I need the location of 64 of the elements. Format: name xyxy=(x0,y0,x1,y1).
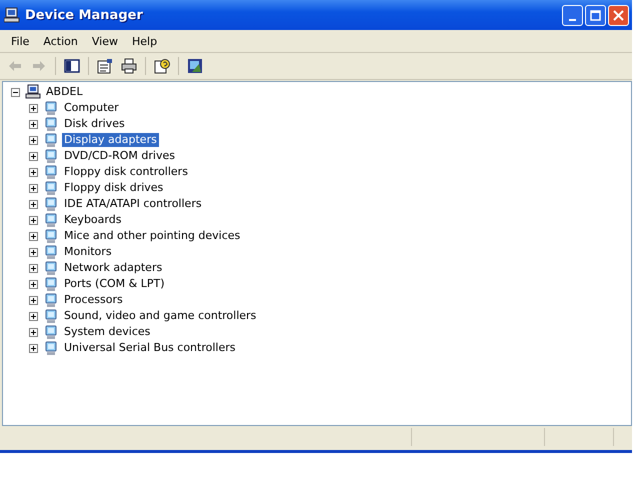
window-title: Device Manager xyxy=(25,8,144,22)
expand-toggle[interactable] xyxy=(29,216,38,224)
tree-item[interactable]: Computer xyxy=(62,101,121,115)
tree-item[interactable]: Mice and other pointing devices xyxy=(62,229,242,243)
expand-toggle[interactable] xyxy=(29,152,38,160)
menu-item[interactable]: Action xyxy=(36,34,85,48)
tree-item[interactable]: Processors xyxy=(62,293,125,307)
tree-item[interactable]: Floppy disk drives xyxy=(62,181,166,195)
expand-toggle[interactable] xyxy=(29,264,38,272)
expand-toggle[interactable] xyxy=(29,328,38,336)
tree-item[interactable]: DVD/CD-ROM drives xyxy=(62,149,177,163)
minimize-button[interactable] xyxy=(562,4,583,26)
maximize-button[interactable] xyxy=(585,4,606,26)
device-icon xyxy=(43,260,59,276)
device-icon xyxy=(43,308,59,324)
expand-toggle[interactable] xyxy=(29,344,38,352)
computer-icon xyxy=(25,84,41,100)
tree-item[interactable]: Ports (COM & LPT) xyxy=(62,277,166,291)
tree-item[interactable]: Floppy disk controllers xyxy=(62,165,190,179)
expand-toggle[interactable] xyxy=(29,296,38,304)
expand-toggle[interactable] xyxy=(29,280,38,288)
computer-icon xyxy=(4,7,20,23)
expand-toggle[interactable] xyxy=(29,200,38,208)
menu-item[interactable]: File xyxy=(4,34,36,48)
device-icon xyxy=(43,340,59,356)
device-icon xyxy=(43,132,59,148)
tree-item[interactable]: Sound, video and game controllers xyxy=(62,309,258,323)
tree-item[interactable]: Keyboards xyxy=(62,213,124,227)
expand-toggle[interactable] xyxy=(29,184,38,192)
tree-item[interactable]: Monitors xyxy=(62,245,114,259)
tree-item[interactable]: Universal Serial Bus controllers xyxy=(62,341,238,355)
device-icon xyxy=(43,164,59,180)
menu-item[interactable]: Help xyxy=(124,34,164,48)
expand-toggle[interactable] xyxy=(29,248,38,256)
expand-toggle[interactable] xyxy=(29,136,38,144)
expand-toggle[interactable] xyxy=(29,120,38,128)
tree-item[interactable]: System devices xyxy=(62,325,152,339)
maximize-icon xyxy=(590,10,601,20)
close-icon xyxy=(613,10,624,20)
menu-item[interactable]: View xyxy=(84,34,125,48)
device-icon xyxy=(43,276,59,292)
close-button[interactable] xyxy=(608,4,629,26)
device-icon xyxy=(43,212,59,228)
device-icon xyxy=(43,100,59,116)
collapse-toggle[interactable] xyxy=(11,88,20,96)
expand-toggle[interactable] xyxy=(29,104,38,112)
tree-item[interactable]: Disk drives xyxy=(62,117,127,131)
right-arrow-icon xyxy=(31,58,47,74)
tree-item[interactable]: Display adapters xyxy=(62,133,159,147)
device-icon xyxy=(43,148,59,164)
tree-item[interactable]: Network adapters xyxy=(62,261,164,275)
device-icon xyxy=(43,228,59,244)
device-icon xyxy=(43,116,59,132)
device-icon xyxy=(43,244,59,260)
minimize-icon xyxy=(569,18,576,20)
device-icon xyxy=(43,292,59,308)
tree-item[interactable]: ABDEL xyxy=(44,85,85,99)
expand-toggle[interactable] xyxy=(29,232,38,240)
device-icon xyxy=(43,196,59,212)
device-icon xyxy=(43,324,59,340)
expand-toggle[interactable] xyxy=(29,168,38,176)
expand-toggle[interactable] xyxy=(29,312,38,320)
device-icon xyxy=(43,180,59,196)
tree-item[interactable]: IDE ATA/ATAPI controllers xyxy=(62,197,204,211)
